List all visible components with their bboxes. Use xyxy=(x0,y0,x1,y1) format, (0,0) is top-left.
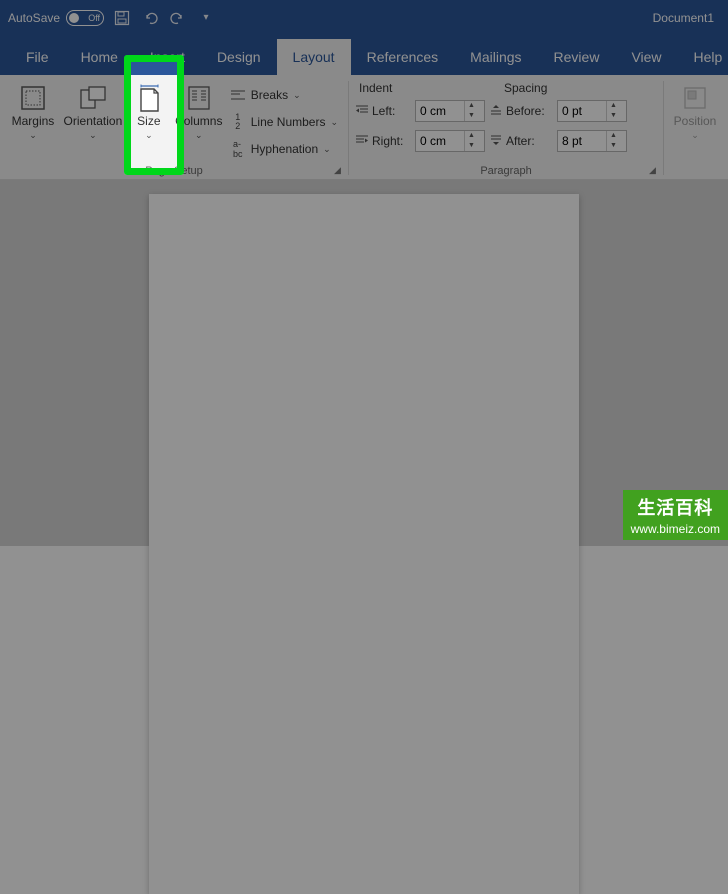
position-icon xyxy=(680,83,710,113)
hyphenation-button[interactable]: a-bc Hyphenation ⌄ xyxy=(226,137,342,161)
indent-header: Indent xyxy=(355,81,500,95)
watermark-url: www.bimeiz.com xyxy=(631,522,720,536)
watermark-title: 生活百科 xyxy=(637,494,713,520)
margins-icon xyxy=(18,83,48,113)
spin-up-icon[interactable]: ▲ xyxy=(607,101,620,111)
chevron-down-icon: ⌄ xyxy=(89,130,97,141)
chevron-down-icon: ⌄ xyxy=(330,117,338,128)
spacing-before-label: Before: xyxy=(489,104,553,119)
tab-review[interactable]: Review xyxy=(538,39,616,75)
tab-home[interactable]: Home xyxy=(65,39,134,75)
group-arrange: Position ⌄ xyxy=(664,75,726,179)
paragraph-dialog-launcher[interactable]: ◢ xyxy=(649,165,661,177)
page-setup-dialog-launcher[interactable]: ◢ xyxy=(334,165,346,177)
size-button[interactable]: Size ⌄ xyxy=(126,79,172,163)
indent-right-icon xyxy=(355,134,369,149)
autosave-toggle[interactable]: AutoSave Off xyxy=(8,10,104,26)
spacing-before-input[interactable]: ▲▼ xyxy=(557,100,627,122)
spacing-before-icon xyxy=(489,104,503,119)
chevron-down-icon: ⌄ xyxy=(29,130,37,141)
orientation-icon xyxy=(78,83,108,113)
save-icon[interactable] xyxy=(112,8,132,28)
columns-icon xyxy=(184,83,214,113)
spacing-header: Spacing xyxy=(500,81,547,95)
autosave-label: AutoSave xyxy=(8,11,60,25)
hyphenation-icon: a-bc xyxy=(230,141,246,157)
spin-down-icon[interactable]: ▼ xyxy=(607,141,620,151)
indent-left-label: Left: xyxy=(355,104,411,119)
indent-right-field[interactable] xyxy=(416,134,464,148)
indent-left-icon xyxy=(355,104,369,119)
spin-up-icon[interactable]: ▲ xyxy=(607,131,620,141)
tab-file[interactable]: File xyxy=(10,39,65,75)
tab-view[interactable]: View xyxy=(615,39,677,75)
spacing-after-icon xyxy=(489,134,503,149)
size-icon xyxy=(134,83,164,113)
breaks-icon xyxy=(230,87,246,103)
chevron-down-icon: ⌄ xyxy=(293,90,301,101)
redo-icon[interactable] xyxy=(168,8,188,28)
qat-customize-icon[interactable]: ▾ xyxy=(196,8,216,28)
chevron-down-icon: ⌄ xyxy=(145,130,153,141)
tab-design[interactable]: Design xyxy=(201,39,277,75)
chevron-down-icon: ⌄ xyxy=(323,144,331,155)
position-button: Position ⌄ xyxy=(670,79,720,179)
spin-up-icon[interactable]: ▲ xyxy=(465,131,478,141)
group-page-setup: Margins ⌄ Orientation ⌄ Size ⌄ xyxy=(0,75,348,179)
spin-down-icon[interactable]: ▼ xyxy=(465,141,478,151)
spin-down-icon[interactable]: ▼ xyxy=(465,111,478,121)
indent-left-input[interactable]: ▲▼ xyxy=(415,100,485,122)
spacing-after-label: After: xyxy=(489,134,553,149)
breaks-button[interactable]: Breaks ⌄ xyxy=(226,83,342,107)
group-paragraph: Indent Spacing Left: ▲▼ xyxy=(349,75,663,179)
watermark-badge: 生活百科 www.bimeiz.com xyxy=(623,490,728,540)
ribbon: Margins ⌄ Orientation ⌄ Size ⌄ xyxy=(0,75,728,180)
chevron-down-icon: ⌄ xyxy=(691,130,699,141)
spin-up-icon[interactable]: ▲ xyxy=(465,101,478,111)
columns-button[interactable]: Columns ⌄ xyxy=(174,79,224,163)
menu-tabs: File Home Insert Design Layout Reference… xyxy=(0,35,728,75)
document-title: Document1 xyxy=(653,11,720,25)
indent-right-input[interactable]: ▲▼ xyxy=(415,130,485,152)
autosave-pill[interactable]: Off xyxy=(66,10,104,26)
spin-down-icon[interactable]: ▼ xyxy=(607,111,620,121)
indent-right-label: Right: xyxy=(355,134,411,149)
undo-icon[interactable] xyxy=(140,8,160,28)
line-numbers-icon: 12 xyxy=(230,114,246,130)
spacing-after-input[interactable]: ▲▼ xyxy=(557,130,627,152)
spacing-after-field[interactable] xyxy=(558,134,606,148)
tab-references[interactable]: References xyxy=(351,39,455,75)
spacing-before-field[interactable] xyxy=(558,104,606,118)
tab-insert[interactable]: Insert xyxy=(134,39,201,75)
tab-mailings[interactable]: Mailings xyxy=(454,39,537,75)
document-page[interactable] xyxy=(149,194,579,894)
margins-button[interactable]: Margins ⌄ xyxy=(6,79,60,163)
page-setup-group-label: Page Setup xyxy=(6,163,342,179)
tab-help[interactable]: Help xyxy=(678,39,728,75)
tab-layout[interactable]: Layout xyxy=(277,39,351,75)
indent-left-field[interactable] xyxy=(416,104,464,118)
chevron-down-icon: ⌄ xyxy=(195,130,203,141)
paragraph-group-label: Paragraph xyxy=(355,163,657,179)
orientation-button[interactable]: Orientation ⌄ xyxy=(62,79,124,163)
title-bar: AutoSave Off ▾ Document1 xyxy=(0,0,728,35)
workspace xyxy=(0,180,728,546)
line-numbers-button[interactable]: 12 Line Numbers ⌄ xyxy=(226,110,342,134)
